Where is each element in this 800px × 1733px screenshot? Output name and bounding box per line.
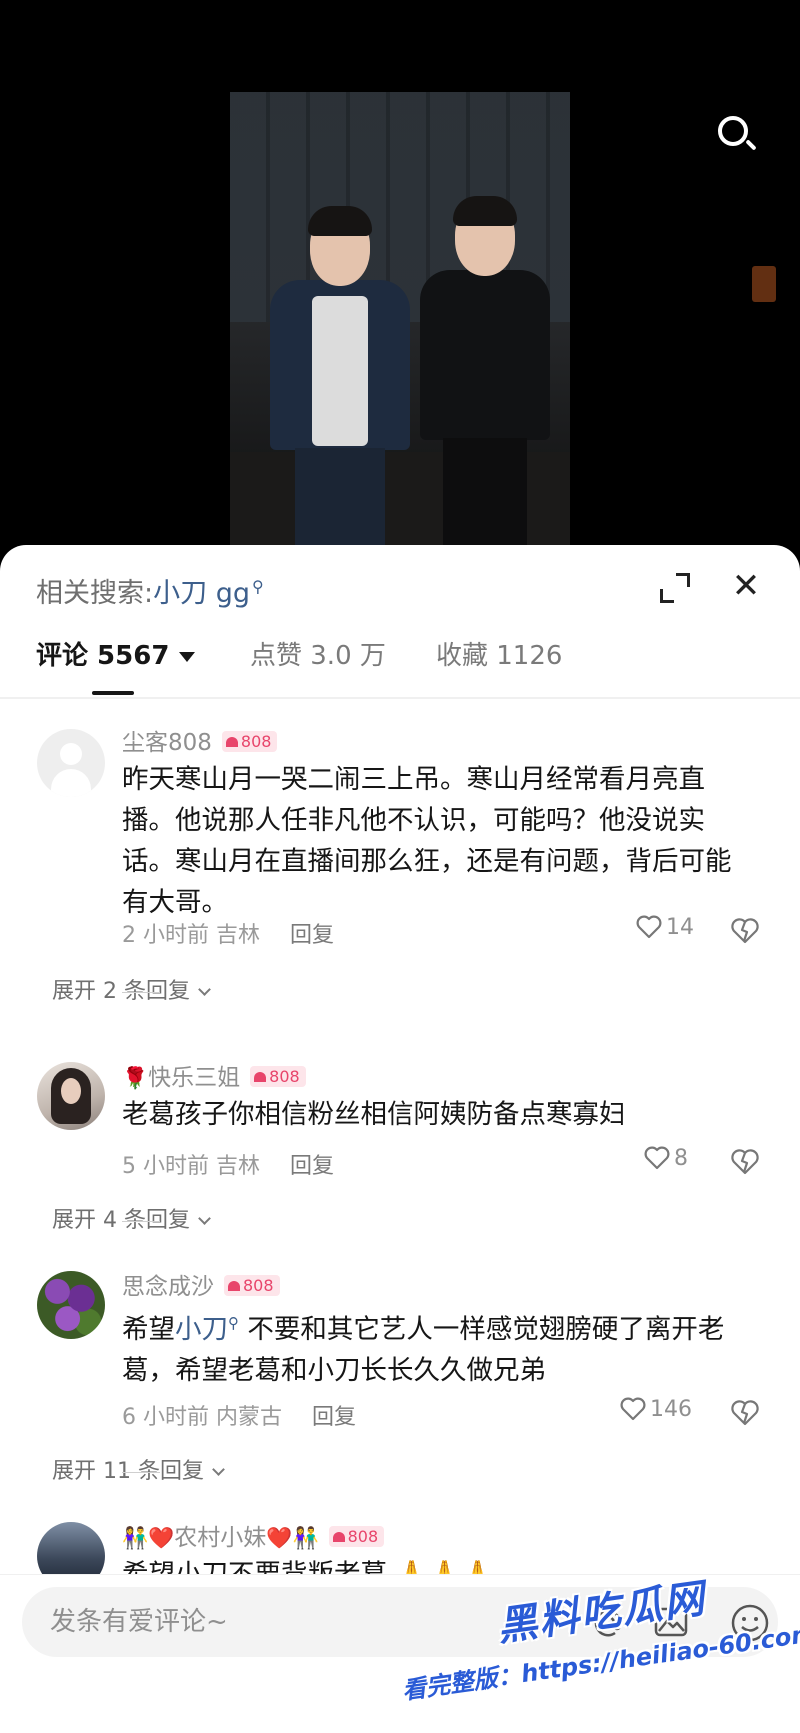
badge-heart-icon	[332, 1532, 345, 1542]
badge-heart-icon	[254, 1072, 267, 1082]
close-icon[interactable]: ✕	[729, 569, 763, 603]
related-search[interactable]: 相关搜索:小刀 gg ⚲	[36, 571, 264, 610]
like-button[interactable]: 146	[620, 1397, 692, 1431]
expand-replies-button[interactable]: 展开 2 条回复	[52, 973, 211, 1005]
search-icon[interactable]	[712, 110, 762, 160]
comment-input[interactable]	[50, 1601, 450, 1643]
badge-heart-icon	[225, 737, 238, 747]
like-button[interactable]: 8	[644, 1146, 688, 1180]
dislike-icon[interactable]	[730, 1148, 760, 1176]
reply-button[interactable]: 回复	[290, 923, 334, 948]
comment-username: 尘客808	[122, 730, 212, 756]
avatar[interactable]	[37, 1271, 105, 1339]
comment-meta: 5 小时前 吉林 回复	[122, 1148, 334, 1180]
video-person-left	[270, 206, 410, 552]
expand-replies-button[interactable]: 展开 11 条回复	[52, 1453, 225, 1485]
comment-text: 昨天寒山月一哭二闹三上吊。寒山月经常看月亮直播。他说那人任非凡他不认识，可能吗？…	[122, 764, 732, 918]
comment-username-row[interactable]: 👫❤️农村小妹❤️👫 808	[122, 1518, 385, 1552]
tab-comments[interactable]: 评论 5567	[36, 635, 196, 672]
comment-meta: 2 小时前 吉林 回复	[122, 917, 334, 949]
background-light	[752, 266, 776, 302]
comment-username: 快乐三姐	[148, 1065, 241, 1091]
reply-button[interactable]: 回复	[312, 1405, 356, 1430]
tab-favorites[interactable]: 收藏 1126	[436, 635, 562, 672]
tab-likes-label: 点赞 3.0 万	[250, 641, 386, 671]
heart-outline-icon	[644, 1146, 670, 1170]
search-mini-icon: ⚲	[228, 1314, 239, 1332]
chevron-down-icon	[212, 1463, 225, 1476]
fan-badge: 808	[224, 1275, 280, 1296]
expand-replies-label: 展开 4 条回复	[52, 1208, 190, 1233]
tab-favorites-label: 收藏 1126	[436, 641, 563, 671]
rose-emoji: 🌹	[122, 1066, 149, 1090]
like-count: 14	[666, 915, 694, 940]
badge-heart-icon	[228, 1281, 240, 1291]
comment-text-part: 希望	[122, 1313, 175, 1345]
video-frame	[230, 92, 570, 552]
video-person-right	[420, 196, 550, 552]
heart-couple-emoji: ❤️👫	[266, 1526, 319, 1550]
badge-level: 808	[240, 732, 272, 751]
fan-badge: 808	[250, 1066, 306, 1087]
tab-bar: 评论 5567 点赞 3.0 万 收藏 1126	[0, 635, 800, 695]
tab-likes[interactable]: 点赞 3.0 万	[250, 635, 386, 672]
comment-text: 希望小刀⚲ 不要和其它艺人一样感觉翅膀硬了离开老葛，希望老葛和小刀长长久久做兄弟	[122, 1303, 752, 1391]
replies-line	[122, 1471, 160, 1473]
tab-comments-label: 评论 5567	[36, 641, 170, 671]
fan-badge: 808	[221, 731, 278, 752]
chevron-down-icon	[198, 983, 211, 996]
fullscreen-expand-icon[interactable]	[660, 573, 690, 603]
video-player[interactable]	[0, 0, 800, 560]
tab-active-indicator	[92, 691, 134, 695]
badge-level: 808	[243, 1276, 274, 1295]
comment-meta: 6 小时前 内蒙古 回复	[122, 1399, 356, 1431]
watermark: 黑料吃瓜网 看完整版：https://heiliao-60.com	[400, 1576, 800, 1730]
reply-button[interactable]: 回复	[290, 1154, 334, 1179]
like-count: 8	[674, 1146, 688, 1171]
like-count: 146	[650, 1397, 692, 1422]
chevron-down-icon	[198, 1212, 211, 1225]
badge-level: 808	[269, 1067, 300, 1086]
badge-level: 808	[347, 1527, 379, 1546]
related-search-keyword[interactable]: 小刀 gg	[153, 578, 250, 609]
comment-time-location: 2 小时前 吉林	[122, 923, 260, 948]
couple-heart-emoji: 👫❤️	[122, 1526, 175, 1550]
dislike-icon[interactable]	[730, 1399, 760, 1427]
comment-username: 农村小妹	[174, 1525, 267, 1551]
replies-line	[122, 1220, 160, 1222]
comment-time-location: 5 小时前 吉林	[122, 1154, 260, 1179]
comment-time-location: 6 小时前 内蒙古	[122, 1405, 282, 1430]
expand-replies-button[interactable]: 展开 4 条回复	[52, 1202, 211, 1234]
heart-outline-icon	[620, 1397, 646, 1421]
fan-badge: 808	[328, 1526, 385, 1547]
related-search-label: 相关搜索:	[36, 578, 154, 609]
comment-username-row[interactable]: 尘客808 808	[122, 723, 278, 757]
avatar[interactable]	[37, 729, 105, 797]
divider	[0, 697, 800, 699]
caret-down-icon	[179, 651, 196, 662]
comment-mention-link[interactable]: 小刀	[175, 1314, 228, 1345]
comment-text: 老葛孩子你相信粉丝相信阿姨防备点寒寡妇	[122, 1099, 626, 1130]
comment-username-row[interactable]: 思念成沙 808	[122, 1267, 280, 1301]
heart-outline-icon	[636, 915, 662, 939]
replies-line	[122, 991, 160, 993]
avatar[interactable]	[37, 1062, 105, 1130]
expand-replies-label: 展开 2 条回复	[52, 979, 190, 1004]
dislike-icon[interactable]	[730, 917, 760, 945]
search-mini-icon: ⚲	[251, 577, 264, 596]
comment-username: 思念成沙	[122, 1274, 214, 1300]
like-button[interactable]: 14	[636, 915, 694, 949]
comment-username-row[interactable]: 🌹快乐三姐 808	[122, 1058, 306, 1092]
comment-sheet: 相关搜索:小刀 gg ⚲ ✕ 评论 5567 点赞 3.0 万 收藏 1126 尘…	[0, 545, 800, 1733]
